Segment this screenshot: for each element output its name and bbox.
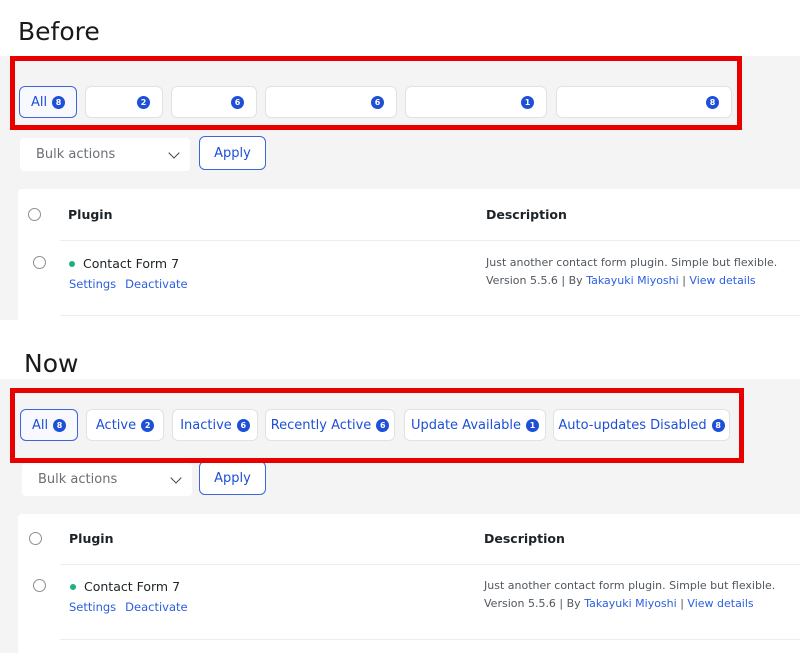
highlight-box [10,388,744,463]
highlight-box [10,56,742,130]
plugin-name: Contact Form 7 [70,579,180,594]
apply-button[interactable]: Apply [199,136,266,170]
plugin-description: Just another contact form plugin. Simple… [484,577,775,613]
description-text: Just another contact form plugin. Simple… [484,579,776,592]
row-divider [60,240,800,241]
plugin-description: Just another contact form plugin. Simple… [486,254,777,290]
version-prefix: Version 5.5.6 | By [486,274,587,287]
active-status-dot [69,260,75,267]
bulk-actions-select[interactable]: Bulk actions [22,463,192,496]
version-line: Version 5.5.6 | By Takayuki Miyoshi | Vi… [484,595,775,613]
row-actions: Settings Deactivate [69,277,197,291]
bulk-actions-label: Bulk actions [38,472,118,487]
plugins-table: Plugin Description Contact Form 7 Settin… [18,189,800,329]
version-prefix: Version 5.5.6 | By [484,597,585,610]
version-line: Version 5.5.6 | By Takayuki Miyoshi | Vi… [486,272,777,290]
plugin-title: Contact Form 7 [84,579,181,594]
active-status-dot [70,583,76,590]
view-details-link[interactable]: View details [689,274,755,287]
before-panel: All 8 2 6 6 1 8 Bulk actions Apply Plugi… [0,0,800,329]
row-checkbox[interactable] [33,256,46,269]
now-panel: All 8 Active 2 Inactive 6 Recently Activ… [0,325,800,653]
view-details-link[interactable]: View details [687,597,753,610]
author-link[interactable]: Takayuki Miyoshi [584,597,677,610]
column-header-description: Description [486,207,567,222]
plugin-title: Contact Form 7 [83,256,180,271]
bulk-actions-select[interactable]: Bulk actions [20,138,190,171]
row-checkbox[interactable] [33,579,46,592]
chevron-down-icon [170,471,182,484]
column-header-plugin: Plugin [68,207,113,222]
row-divider [60,639,800,640]
apply-button[interactable]: Apply [199,461,266,495]
row-divider [60,315,800,316]
meta-separator: | [678,274,690,287]
column-header-plugin: Plugin [69,531,114,546]
now-heading: Now [24,349,79,378]
settings-link[interactable]: Settings [69,277,116,291]
description-text: Just another contact form plugin. Simple… [486,256,778,269]
column-header-description: Description [484,531,565,546]
deactivate-link[interactable]: Deactivate [125,277,187,291]
author-link[interactable]: Takayuki Miyoshi [586,274,679,287]
deactivate-link[interactable]: Deactivate [125,600,187,614]
meta-separator: | [676,597,688,610]
plugins-table: Plugin Description Contact Form 7 Settin… [18,514,800,653]
plugin-name: Contact Form 7 [69,256,179,271]
row-divider [60,564,800,565]
chevron-down-icon [168,146,180,159]
before-heading: Before [18,17,100,46]
row-actions: Settings Deactivate [69,600,197,614]
select-all-checkbox[interactable] [28,208,41,221]
settings-link[interactable]: Settings [69,600,116,614]
select-all-checkbox[interactable] [29,532,42,545]
bulk-actions-label: Bulk actions [36,147,116,162]
